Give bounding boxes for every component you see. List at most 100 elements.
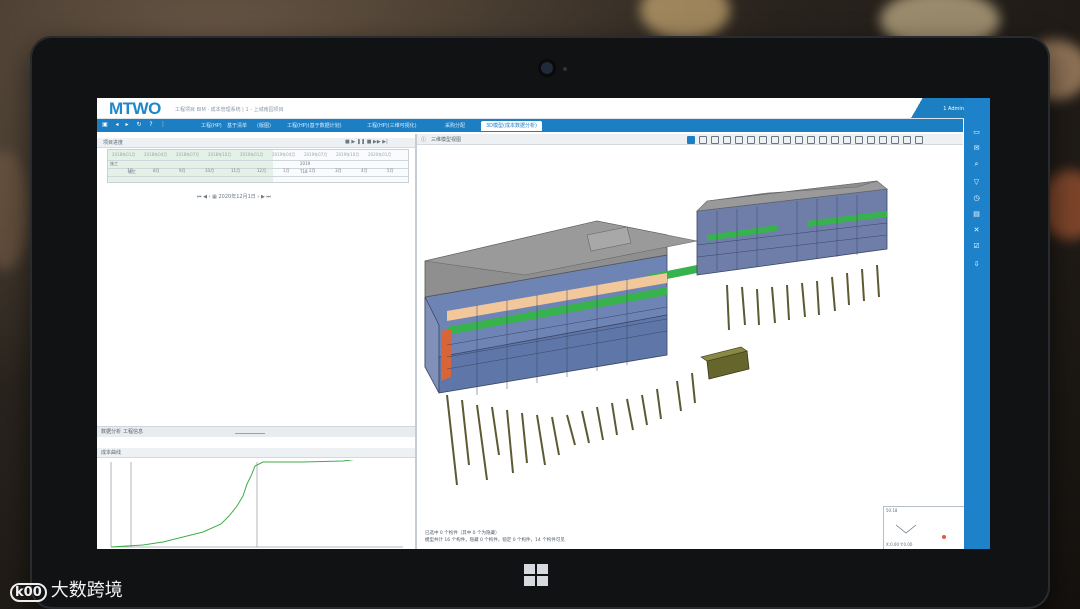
more-icon[interactable]: ⋮	[160, 122, 166, 128]
tab-4[interactable]: 工程(HP)(基于数据计划)	[287, 122, 342, 129]
curve-panel-header: 成本曲线	[97, 448, 415, 458]
color-tool-icon[interactable]	[807, 136, 815, 144]
gantt-row-marker: 2019	[300, 161, 311, 166]
building-model[interactable]	[417, 145, 963, 535]
viewport-pane: ⓘ 三维模型视图 已选中 0 个构件（其中 0 个为隐藏） 模型共计 16 个构…	[417, 134, 971, 549]
left-pane: 项目进度 ■ ▶ ❚❚ ■ ▶▶ ▶| 2018年01月 2018年04月 20…	[97, 134, 417, 549]
help-icon[interactable]: ?	[148, 122, 154, 128]
bokeh-light	[640, 0, 730, 40]
isolate-tool-icon[interactable]	[795, 136, 803, 144]
splitter-handle[interactable]	[235, 433, 265, 434]
pan-tool-icon[interactable]	[711, 136, 719, 144]
layer-tool-icon[interactable]	[771, 136, 779, 144]
cost-curve-chart	[103, 453, 409, 549]
current-date[interactable]: 2020年12月1日	[218, 194, 255, 200]
zoom-tool-icon[interactable]	[699, 136, 707, 144]
search-icon[interactable]: ⌕	[972, 160, 981, 169]
month-label: 10月	[205, 168, 215, 173]
section-tool-icon[interactable]	[735, 136, 743, 144]
schedule-panel-title: 项目进度	[103, 140, 124, 146]
right-sidebar: ▭ ✉ ⌕ ▽ ◷ ▤ ✕ ☑ ⇩	[964, 98, 990, 549]
app-logo: MTWO	[109, 99, 161, 118]
navigation-minimap[interactable]: 50.18 X:0.00 Y:0.00	[883, 506, 971, 549]
camera-icon	[541, 62, 553, 74]
orbit-tool-icon[interactable]	[723, 136, 731, 144]
tick-label: 2019年10月	[336, 152, 360, 157]
gantt-divider	[108, 176, 408, 177]
export-tool-icon[interactable]	[915, 136, 923, 144]
month-label: 9月	[179, 168, 186, 173]
project-subtitle: 工程项目 BIM · 成本管理系统 | 1 - 上城南园项目	[175, 107, 284, 113]
zoom-in-icon[interactable]	[831, 136, 839, 144]
home-view-icon[interactable]	[879, 136, 887, 144]
walk-tool-icon[interactable]	[759, 136, 767, 144]
schedule-panel-header: 项目进度 ■ ▶ ❚❚ ■ ▶▶ ▶|	[97, 138, 415, 148]
tick-label: 2018年10月	[208, 152, 232, 157]
document-icon[interactable]: ▤	[972, 210, 981, 219]
last-frame-button[interactable]: ⏭	[266, 194, 271, 200]
tab-3[interactable]: (版图)	[257, 122, 271, 129]
cost-curve-svg	[110, 453, 403, 548]
select-tool-icon[interactable]	[687, 136, 695, 144]
save-icon[interactable]: ▣	[102, 122, 108, 128]
gantt-row-marker: T18	[300, 169, 308, 174]
app-screen: MTWO 工程项目 BIM · 成本管理系统 | 1 - 上城南园项目 1 Ad…	[97, 98, 990, 549]
month-label: 1月	[283, 168, 290, 173]
month-label: 4月	[361, 168, 368, 173]
tab-2[interactable]: 基于清单	[227, 122, 247, 129]
hide-tool-icon[interactable]	[783, 136, 791, 144]
measure-tool-icon[interactable]	[747, 136, 755, 144]
next-step-button[interactable]: ›	[257, 194, 259, 200]
red-floor-band	[441, 329, 451, 381]
tab-6[interactable]: 采购分配	[445, 122, 465, 129]
tab-7[interactable]: 3D模型(成本数据分析)	[481, 121, 542, 131]
folder-icon[interactable]: ▭	[972, 128, 981, 137]
month-label: 3月	[335, 168, 342, 173]
checklist-icon[interactable]: ☑	[972, 242, 981, 251]
tick-label: 2018年04月	[144, 152, 168, 157]
fullscreen-tool-icon[interactable]	[903, 136, 911, 144]
gantt-timeline[interactable]: 2018年01月 2018年04月 2018年07月 2018年10月 2019…	[107, 149, 409, 183]
mail-icon[interactable]: ✉	[972, 144, 981, 153]
prev-frame-button[interactable]: ◀	[203, 194, 207, 200]
gantt-row-label: 施工	[110, 161, 118, 166]
refresh-icon[interactable]: ↻	[136, 122, 142, 128]
zoom-out-icon[interactable]	[843, 136, 851, 144]
gantt-tick-labels: 2018年01月 2018年04月 2018年07月 2018年10月 2019…	[108, 152, 408, 158]
user-name[interactable]: 1 Admin	[943, 106, 964, 112]
tick-label: 2018年07月	[176, 152, 200, 157]
month-label: 12月	[257, 168, 267, 173]
clock-icon[interactable]: ◷	[972, 194, 981, 203]
settings-tool-icon[interactable]	[891, 136, 899, 144]
viewport-title: 三维模型视图	[431, 137, 462, 143]
camera-view-icon[interactable]	[867, 136, 875, 144]
calendar-icon[interactable]: ▦	[212, 194, 217, 200]
tab-data-analysis[interactable]: 数据分析	[101, 428, 121, 435]
selection-status: 已选中 0 个构件（其中 0 个为隐藏） 模型共计 16 个构件，隐藏 0 个构…	[425, 530, 565, 544]
3d-model-canvas[interactable]	[417, 145, 963, 535]
panel-controls[interactable]: ■ ▶ ❚❚ ■ ▶▶ ▶|	[345, 139, 388, 145]
watermark-text: 大数跨境	[50, 580, 123, 601]
gantt-divider	[108, 160, 408, 161]
tab-project-info[interactable]: 工程信息	[123, 428, 143, 435]
tick-label: 2019年07月	[304, 152, 328, 157]
first-frame-button[interactable]: ⏮	[197, 194, 202, 200]
next-frame-button[interactable]: ▶	[261, 194, 265, 200]
info-icon: ⓘ	[421, 137, 427, 143]
minimap-coordinates: X:0.00 Y:0.00	[886, 542, 913, 547]
month-label: 2月	[309, 168, 316, 173]
curve-panel-title: 成本曲线	[101, 450, 122, 456]
tick-label: 2018年01月	[112, 152, 136, 157]
zoom-fit-icon[interactable]	[855, 136, 863, 144]
download-icon[interactable]: ⇩	[972, 260, 981, 269]
tab-5[interactable]: 工程(HP)(三维可视化)	[367, 122, 417, 129]
prev-step-button[interactable]: ‹	[209, 194, 211, 200]
filter-icon[interactable]: ▽	[972, 178, 981, 187]
tab-1[interactable]: 工程(HP)	[201, 122, 222, 129]
tools-icon[interactable]: ✕	[972, 226, 981, 235]
windows-logo-icon[interactable]	[524, 564, 548, 586]
back-icon[interactable]: ◂	[114, 122, 120, 128]
filter-tool-icon[interactable]	[819, 136, 827, 144]
forward-icon[interactable]: ▸	[124, 122, 130, 128]
status-line-1: 已选中 0 个构件（其中 0 个为隐藏）	[425, 531, 500, 536]
